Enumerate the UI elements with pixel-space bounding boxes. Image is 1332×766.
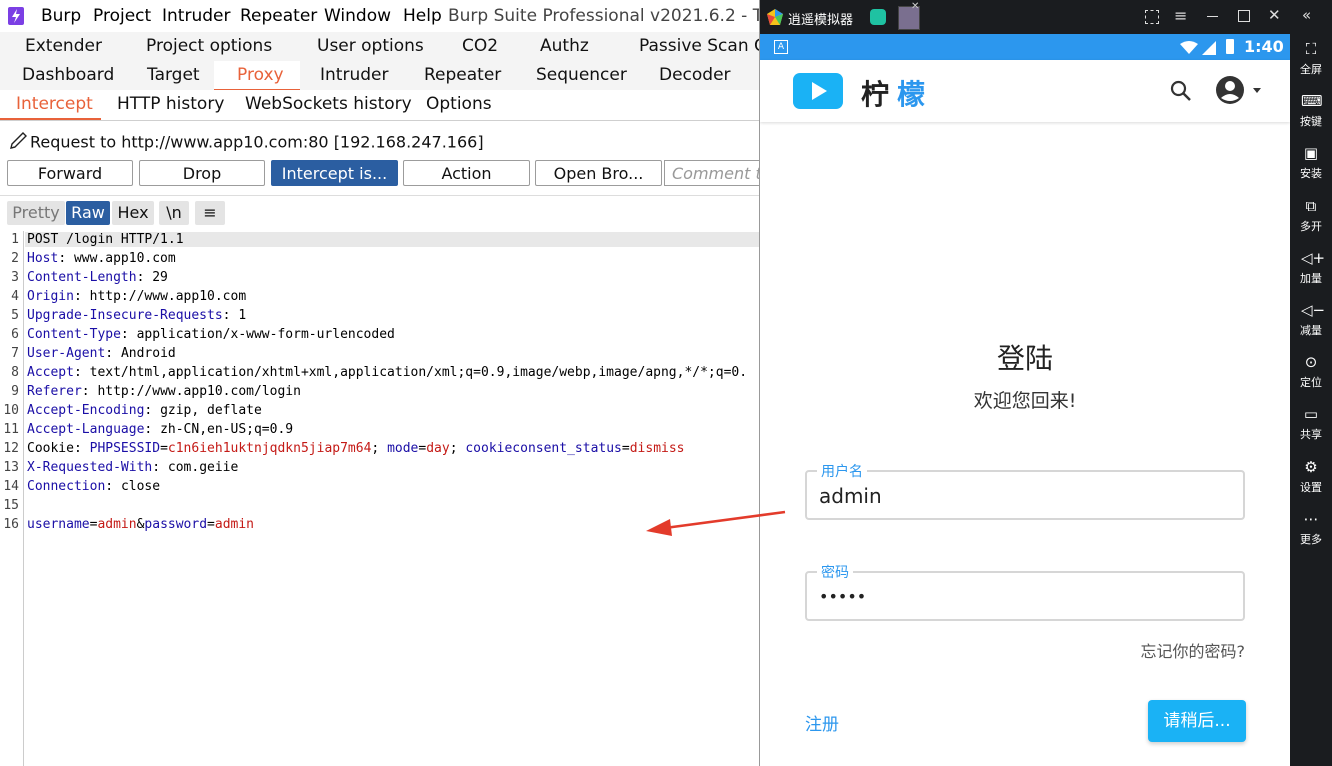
annotation-arrow bbox=[646, 510, 786, 536]
